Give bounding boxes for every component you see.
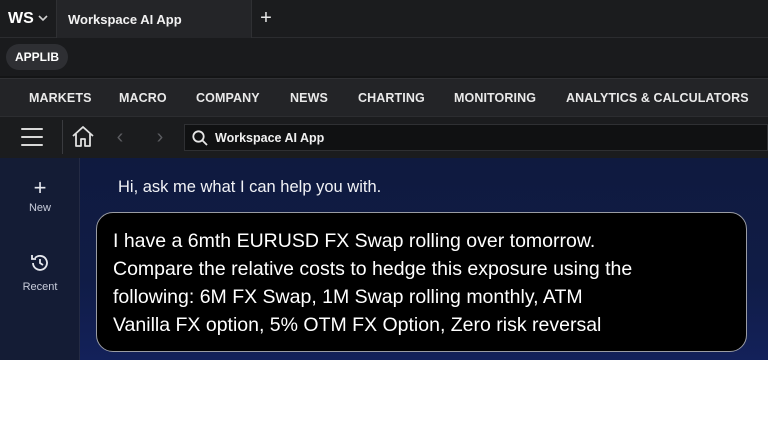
home-icon[interactable] [70, 124, 96, 150]
toolbar-divider [62, 120, 63, 154]
history-icon [0, 252, 80, 279]
menu-item-monitoring[interactable]: MONITORING [454, 91, 536, 105]
workspace-logo-menu[interactable]: WS [8, 9, 48, 29]
sidebar-item-label: New [28, 202, 51, 214]
sidebar-item-recent[interactable]: Recent [0, 252, 80, 293]
app-window: WS Workspace AI App + APPLIB MARKETS MAC… [0, 0, 768, 360]
chevron-down-icon [38, 13, 48, 25]
menu-item-news[interactable]: NEWS [290, 91, 328, 105]
search-input[interactable] [215, 125, 755, 150]
tab-label: Workspace AI App [68, 12, 182, 27]
menu-item-charting[interactable]: CHARTING [358, 91, 425, 105]
forward-arrow-icon[interactable]: › [150, 124, 170, 150]
sidebar-item-label: Recent [22, 281, 58, 293]
menu-item-company[interactable]: COMPANY [196, 91, 260, 105]
applib-button[interactable]: APPLIB [6, 44, 68, 70]
menu-item-macro[interactable]: MACRO [119, 91, 167, 105]
menu-item-markets[interactable]: MARKETS [29, 91, 92, 105]
user-message-text: I have a 6mth EURUSD FX Swap rolling ove… [113, 230, 633, 336]
tab-workspace-ai-app[interactable]: Workspace AI App [56, 0, 252, 38]
title-bar: WS Workspace AI App + [0, 0, 768, 38]
sidebar: + New Recent [0, 158, 80, 360]
app-library-bar [0, 38, 768, 76]
plus-icon: + [33, 175, 47, 200]
menu-item-analytics-calculators[interactable]: ANALYTICS & CALCULATORS [566, 91, 749, 105]
main-menu: MARKETS MACRO COMPANY NEWS CHARTING MONI… [0, 78, 768, 116]
sidebar-item-new[interactable]: + New [0, 175, 80, 215]
logo-text: WS [8, 10, 34, 27]
back-arrow-icon[interactable]: ‹ [110, 124, 130, 150]
plus-icon[interactable]: + [256, 7, 276, 29]
assistant-greeting: Hi, ask me what I can help you with. [118, 178, 382, 196]
user-message-bubble: I have a 6mth EURUSD FX Swap rolling ove… [96, 212, 747, 352]
search-icon [191, 129, 209, 147]
hamburger-menu-icon[interactable] [21, 128, 43, 146]
search-bar[interactable] [184, 124, 768, 151]
